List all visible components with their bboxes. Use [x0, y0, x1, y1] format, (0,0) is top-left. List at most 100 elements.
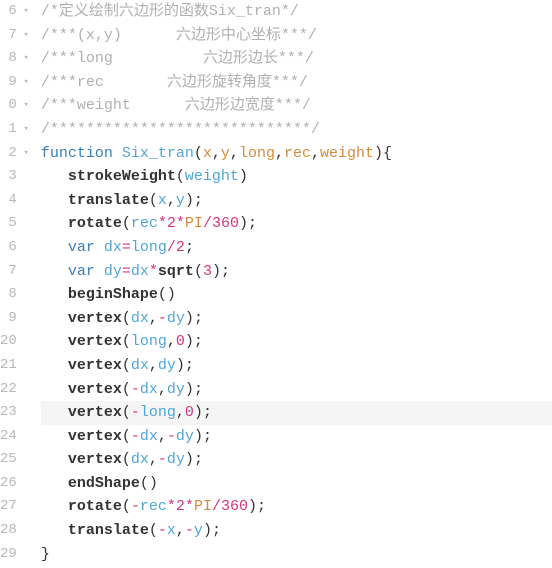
fold-toggle-icon[interactable]: ▾: [19, 47, 29, 71]
code-line[interactable]: beginShape(): [41, 283, 552, 307]
punct-token: ,: [167, 333, 176, 350]
op-token: *: [158, 215, 167, 232]
code-line[interactable]: vertex(dx,dy);: [41, 354, 552, 378]
gutter-line: 27: [0, 495, 29, 519]
line-number: 5: [8, 212, 16, 236]
line-number: 24: [0, 425, 17, 449]
code-line[interactable]: var dy=dx*sqrt(3);: [41, 260, 552, 284]
comment-token: /*****************************/: [41, 121, 320, 138]
ident-token: dx: [131, 451, 149, 468]
text-token: [41, 239, 68, 256]
punct-token: (: [194, 263, 203, 280]
code-line[interactable]: rotate(-rec*2*PI/360);: [41, 495, 552, 519]
ident-token: rec: [131, 215, 158, 232]
code-line[interactable]: /*****************************/: [41, 118, 552, 142]
ident-token: dx: [140, 428, 158, 445]
gutter-line: 7: [0, 260, 29, 284]
ident-token: long: [131, 239, 167, 256]
punct-token: ,: [158, 428, 167, 445]
code-line[interactable]: strokeWeight(weight): [41, 165, 552, 189]
code-line[interactable]: /***(x,y) 六边形中心坐标***/: [41, 24, 552, 48]
code-line[interactable]: /***long 六边形边长***/: [41, 47, 552, 71]
func-token: vertex: [68, 333, 122, 350]
op-token: -: [158, 310, 167, 327]
param-token: x: [203, 145, 212, 162]
code-line[interactable]: endShape(): [41, 472, 552, 496]
code-line[interactable]: /***rec 六边形旋转角度***/: [41, 71, 552, 95]
ident-token: dy: [176, 428, 194, 445]
punct-token: ,: [230, 145, 239, 162]
line-number: 2: [8, 142, 16, 166]
code-line[interactable]: translate(-x,-y);: [41, 519, 552, 543]
code-line[interactable]: translate(x,y);: [41, 189, 552, 213]
code-line[interactable]: var dx=long/2;: [41, 236, 552, 260]
code-line[interactable]: vertex(-dx,-dy);: [41, 425, 552, 449]
gutter-line: 28: [0, 519, 29, 543]
gutter-line: 9▾: [0, 71, 29, 95]
gutter-line: 26: [0, 472, 29, 496]
punct-token: ,: [149, 357, 158, 374]
ident-token: dy: [167, 381, 185, 398]
const-token: PI: [185, 215, 203, 232]
gutter-line: 6: [0, 236, 29, 260]
fold-toggle-icon[interactable]: ▾: [19, 118, 29, 142]
code-line[interactable]: /***weight 六边形边宽度***/: [41, 94, 552, 118]
gutter-line: 20: [0, 330, 29, 354]
punct-token: ;: [203, 428, 212, 445]
func-token: vertex: [68, 451, 122, 468]
text-token: [41, 428, 68, 445]
line-number: 0: [8, 94, 16, 118]
code-line[interactable]: }: [41, 543, 552, 567]
code-line[interactable]: vertex(long,0);: [41, 330, 552, 354]
gutter-line: 2▾: [0, 142, 29, 166]
op-token: *: [149, 263, 158, 280]
comment-token: /***rec 六边形旋转角度***/: [41, 74, 308, 91]
fold-toggle-icon[interactable]: ▾: [19, 24, 29, 48]
func-token: strokeWeight: [68, 168, 176, 185]
const-token: PI: [194, 498, 212, 515]
fold-toggle-icon[interactable]: ▾: [19, 142, 29, 166]
punct-token: ,: [149, 310, 158, 327]
punct-token: (: [122, 498, 131, 515]
fold-toggle-icon[interactable]: ▾: [19, 71, 29, 95]
ident-token: dx: [131, 357, 149, 374]
punct-token: (: [122, 333, 131, 350]
ident-token: rec: [140, 498, 167, 515]
comment-token: /***weight 六边形边宽度***/: [41, 97, 311, 114]
line-number: 28: [0, 519, 17, 543]
code-line[interactable]: /*定义绘制六边形的函数Six_tran*/: [41, 0, 552, 24]
code-line[interactable]: rotate(rec*2*PI/360);: [41, 212, 552, 236]
op-token: -: [131, 498, 140, 515]
punct-token: ,: [176, 522, 185, 539]
punct-token: ,: [212, 145, 221, 162]
fold-toggle-icon[interactable]: ▾: [19, 94, 29, 118]
ident-token: dy: [167, 451, 185, 468]
line-number: 1: [8, 118, 16, 142]
code-line[interactable]: vertex(dx,-dy);: [41, 448, 552, 472]
number-token: 0: [185, 404, 194, 421]
punct-token: ): [248, 498, 257, 515]
text-token: [41, 215, 68, 232]
keyword-token: function: [41, 145, 113, 162]
fold-toggle-icon[interactable]: ▾: [19, 0, 29, 24]
gutter-line: 6▾: [0, 0, 29, 24]
code-area[interactable]: /*定义绘制六边形的函数Six_tran*//***(x,y) 六边形中心坐标*…: [35, 0, 552, 568]
punct-token: ): [185, 381, 194, 398]
punct-token: ): [194, 428, 203, 445]
punct-token: ): [239, 215, 248, 232]
gutter-line: 8▾: [0, 47, 29, 71]
gutter: 6▾7▾8▾9▾0▾1▾2▾34567892021222324252627282…: [0, 0, 35, 568]
func-token: sqrt: [158, 263, 194, 280]
code-line[interactable]: vertex(-long,0);: [41, 401, 552, 425]
punct-token: ;: [194, 451, 203, 468]
text-token: [95, 239, 104, 256]
code-line[interactable]: vertex(-dx,dy);: [41, 378, 552, 402]
gutter-line: 29: [0, 543, 29, 567]
code-line[interactable]: function Six_tran(x,y,long,rec,weight){: [41, 142, 552, 166]
number-token: 2: [176, 239, 185, 256]
code-editor[interactable]: 6▾7▾8▾9▾0▾1▾2▾34567892021222324252627282…: [0, 0, 552, 568]
punct-token: (: [158, 286, 167, 303]
code-line[interactable]: vertex(dx,-dy);: [41, 307, 552, 331]
punct-token: ;: [221, 263, 230, 280]
func-token: vertex: [68, 428, 122, 445]
